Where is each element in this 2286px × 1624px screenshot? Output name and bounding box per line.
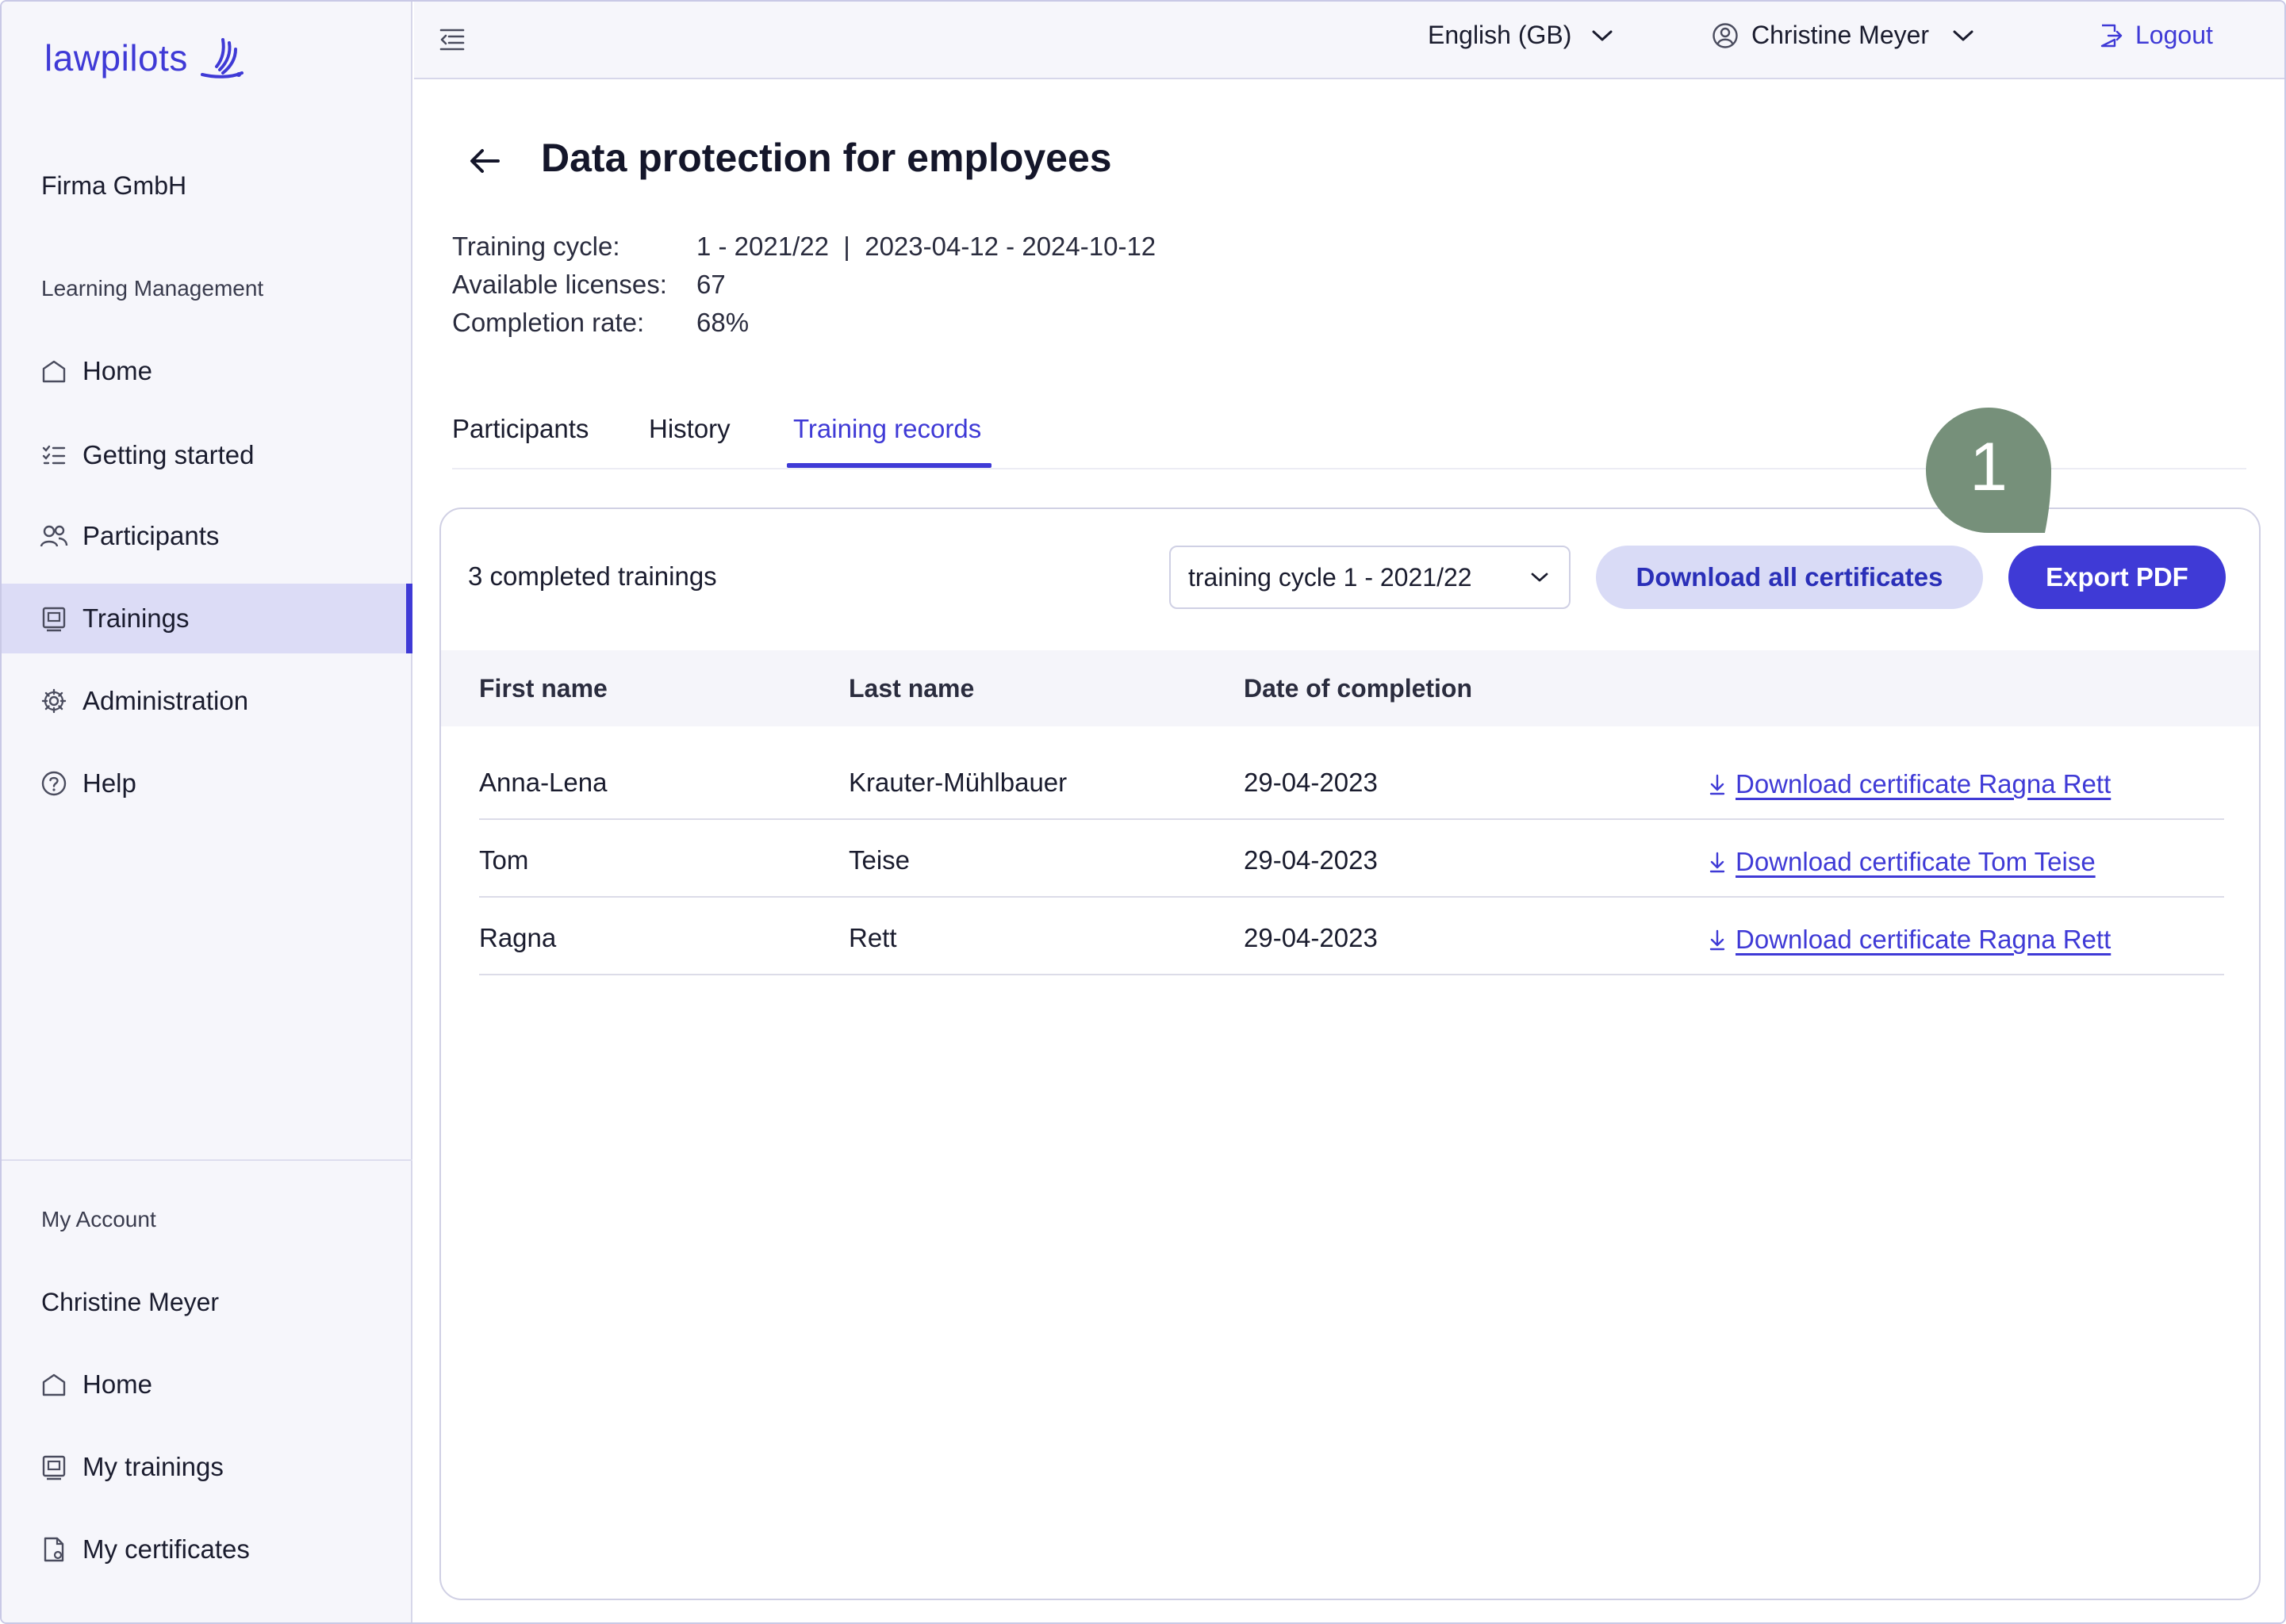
sidebar-item-label: Getting started bbox=[82, 440, 255, 469]
lawpilots-wings-icon bbox=[200, 38, 244, 79]
gear-icon bbox=[40, 687, 68, 715]
meta-cycle-label: Training cycle: bbox=[452, 232, 620, 261]
account-item-label: My trainings bbox=[82, 1452, 224, 1481]
training-records-panel: 3 completed trainings training cycle 1 -… bbox=[439, 508, 2261, 1600]
column-header-first-name[interactable]: First name bbox=[479, 674, 608, 703]
organization-name: Firma GmbH bbox=[41, 171, 187, 200]
cell-date: 29-04-2023 bbox=[1244, 923, 1378, 952]
download-link-label: Download certificate Ragna Rett bbox=[1736, 769, 2111, 799]
active-tab-indicator bbox=[787, 463, 991, 468]
meta-completion-label: Completion rate: bbox=[452, 308, 645, 337]
sidebar-item-label: Participants bbox=[82, 521, 220, 550]
sidebar-item-participants[interactable]: Participants bbox=[2, 501, 412, 571]
training-cycle-value: training cycle 1 - 2021/22 bbox=[1188, 562, 1472, 592]
column-header-date[interactable]: Date of completion bbox=[1244, 674, 1472, 703]
sidebar-item-home[interactable]: Home bbox=[2, 336, 412, 406]
table-row: Tom Teise 29-04-2023 Download certificat… bbox=[479, 820, 2224, 898]
home-icon bbox=[40, 1370, 68, 1399]
meta-cycle-value: 1 - 2021/22 | 2023-04-12 - 2024-10-12 bbox=[696, 232, 1156, 261]
account-item-my-trainings[interactable]: My trainings bbox=[2, 1432, 412, 1502]
app-window: lawpilots Firma GmbH Learning Management… bbox=[0, 0, 2286, 1624]
brand-logo[interactable]: lawpilots bbox=[44, 36, 244, 79]
back-arrow-icon[interactable] bbox=[466, 143, 503, 179]
cell-last-name: Rett bbox=[849, 923, 897, 952]
sidebar-item-trainings[interactable]: Trainings bbox=[2, 584, 412, 653]
account-name: Christine Meyer bbox=[41, 1288, 220, 1316]
table-row: Anna-Lena Krauter-Mühlbauer 29-04-2023 D… bbox=[479, 742, 2224, 820]
user-name: Christine Meyer bbox=[1751, 21, 1930, 49]
sidebar-item-getting-started[interactable]: Getting started bbox=[2, 420, 412, 490]
sidebar-item-label: Home bbox=[82, 356, 153, 385]
download-icon bbox=[1709, 852, 1725, 873]
topbar: English (GB) Christine Meyer Logout bbox=[414, 2, 2284, 79]
sidebar-divider bbox=[2, 1159, 412, 1161]
account-item-my-certificates[interactable]: My certificates bbox=[2, 1515, 412, 1584]
section-label-account: My Account bbox=[41, 1207, 156, 1231]
cell-date: 29-04-2023 bbox=[1244, 768, 1378, 797]
cell-first-name: Ragna bbox=[479, 923, 557, 952]
logout-icon bbox=[2100, 24, 2123, 47]
cell-first-name: Tom bbox=[479, 845, 529, 875]
sidebar-item-help[interactable]: Help bbox=[2, 749, 412, 818]
brand-name: lawpilots bbox=[44, 37, 188, 79]
cell-date: 29-04-2023 bbox=[1244, 845, 1378, 875]
export-pdf-button[interactable]: Export PDF bbox=[2008, 546, 2226, 609]
download-certificate-link[interactable]: Download certificate Ragna Rett bbox=[1709, 925, 2111, 955]
training-cycle-select[interactable]: training cycle 1 - 2021/22 bbox=[1169, 546, 1571, 609]
section-label-learning: Learning Management bbox=[41, 276, 264, 301]
language-label: English (GB) bbox=[1428, 21, 1572, 49]
tab-history[interactable]: History bbox=[649, 414, 731, 444]
chevron-down-icon bbox=[1531, 573, 1548, 582]
download-all-certificates-button[interactable]: Download all certificates bbox=[1596, 546, 1983, 609]
account-item-home[interactable]: Home bbox=[2, 1350, 412, 1419]
logout-label: Logout bbox=[2135, 21, 2213, 49]
download-icon bbox=[1709, 929, 1725, 951]
column-header-last-name[interactable]: Last name bbox=[849, 674, 974, 703]
sidebar-item-administration[interactable]: Administration bbox=[2, 666, 412, 736]
marker-number: 1 bbox=[1970, 429, 2008, 505]
logout-button[interactable]: Logout bbox=[2099, 21, 2213, 50]
certificate-icon bbox=[40, 1535, 68, 1564]
table-row: Ragna Rett 29-04-2023 Download certifica… bbox=[479, 898, 2224, 975]
cell-last-name: Krauter-Mühlbauer bbox=[849, 768, 1068, 797]
user-menu[interactable]: Christine Meyer bbox=[1712, 21, 1975, 50]
help-icon bbox=[40, 769, 68, 798]
user-avatar-icon bbox=[1713, 22, 1738, 48]
download-link-label: Download certificate Ragna Rett bbox=[1736, 925, 2111, 954]
download-icon bbox=[1709, 774, 1725, 795]
sidebar-item-label: Help bbox=[82, 768, 136, 798]
training-icon bbox=[40, 1453, 68, 1481]
meta-licenses-value: 67 bbox=[696, 270, 726, 299]
tab-training-records[interactable]: Training records bbox=[793, 414, 981, 444]
sidebar: lawpilots Firma GmbH Learning Management… bbox=[2, 2, 412, 1622]
step-marker-badge: 1 bbox=[1924, 406, 2053, 534]
cell-last-name: Teise bbox=[849, 845, 911, 875]
sidebar-item-label: Administration bbox=[82, 686, 249, 715]
table-header: First name Last name Date of completion bbox=[441, 650, 2259, 726]
collapse-menu-icon[interactable] bbox=[438, 25, 466, 54]
chevron-down-icon bbox=[1592, 30, 1613, 40]
download-certificate-link[interactable]: Download certificate Ragna Rett bbox=[1709, 769, 2111, 799]
account-item-label: Home bbox=[82, 1369, 153, 1399]
account-item-label: My certificates bbox=[82, 1534, 250, 1564]
page-title: Data protection for employees bbox=[541, 136, 1112, 180]
completed-count: 3 completed trainings bbox=[468, 561, 717, 591]
home-icon bbox=[40, 357, 68, 385]
download-certificate-link[interactable]: Download certificate Tom Teise bbox=[1709, 847, 2096, 877]
chevron-down-icon bbox=[1953, 30, 1973, 40]
meta-completion-value: 68% bbox=[696, 308, 750, 337]
cell-first-name: Anna-Lena bbox=[479, 768, 608, 797]
tab-participants[interactable]: Participants bbox=[452, 414, 589, 444]
checklist-icon bbox=[40, 441, 68, 469]
users-icon bbox=[40, 522, 68, 550]
language-select[interactable]: English (GB) bbox=[1428, 21, 1614, 50]
download-link-label: Download certificate Tom Teise bbox=[1736, 847, 2096, 876]
sidebar-item-label: Trainings bbox=[82, 603, 190, 633]
meta-licenses-label: Available licenses: bbox=[452, 270, 667, 299]
training-icon bbox=[40, 604, 68, 633]
